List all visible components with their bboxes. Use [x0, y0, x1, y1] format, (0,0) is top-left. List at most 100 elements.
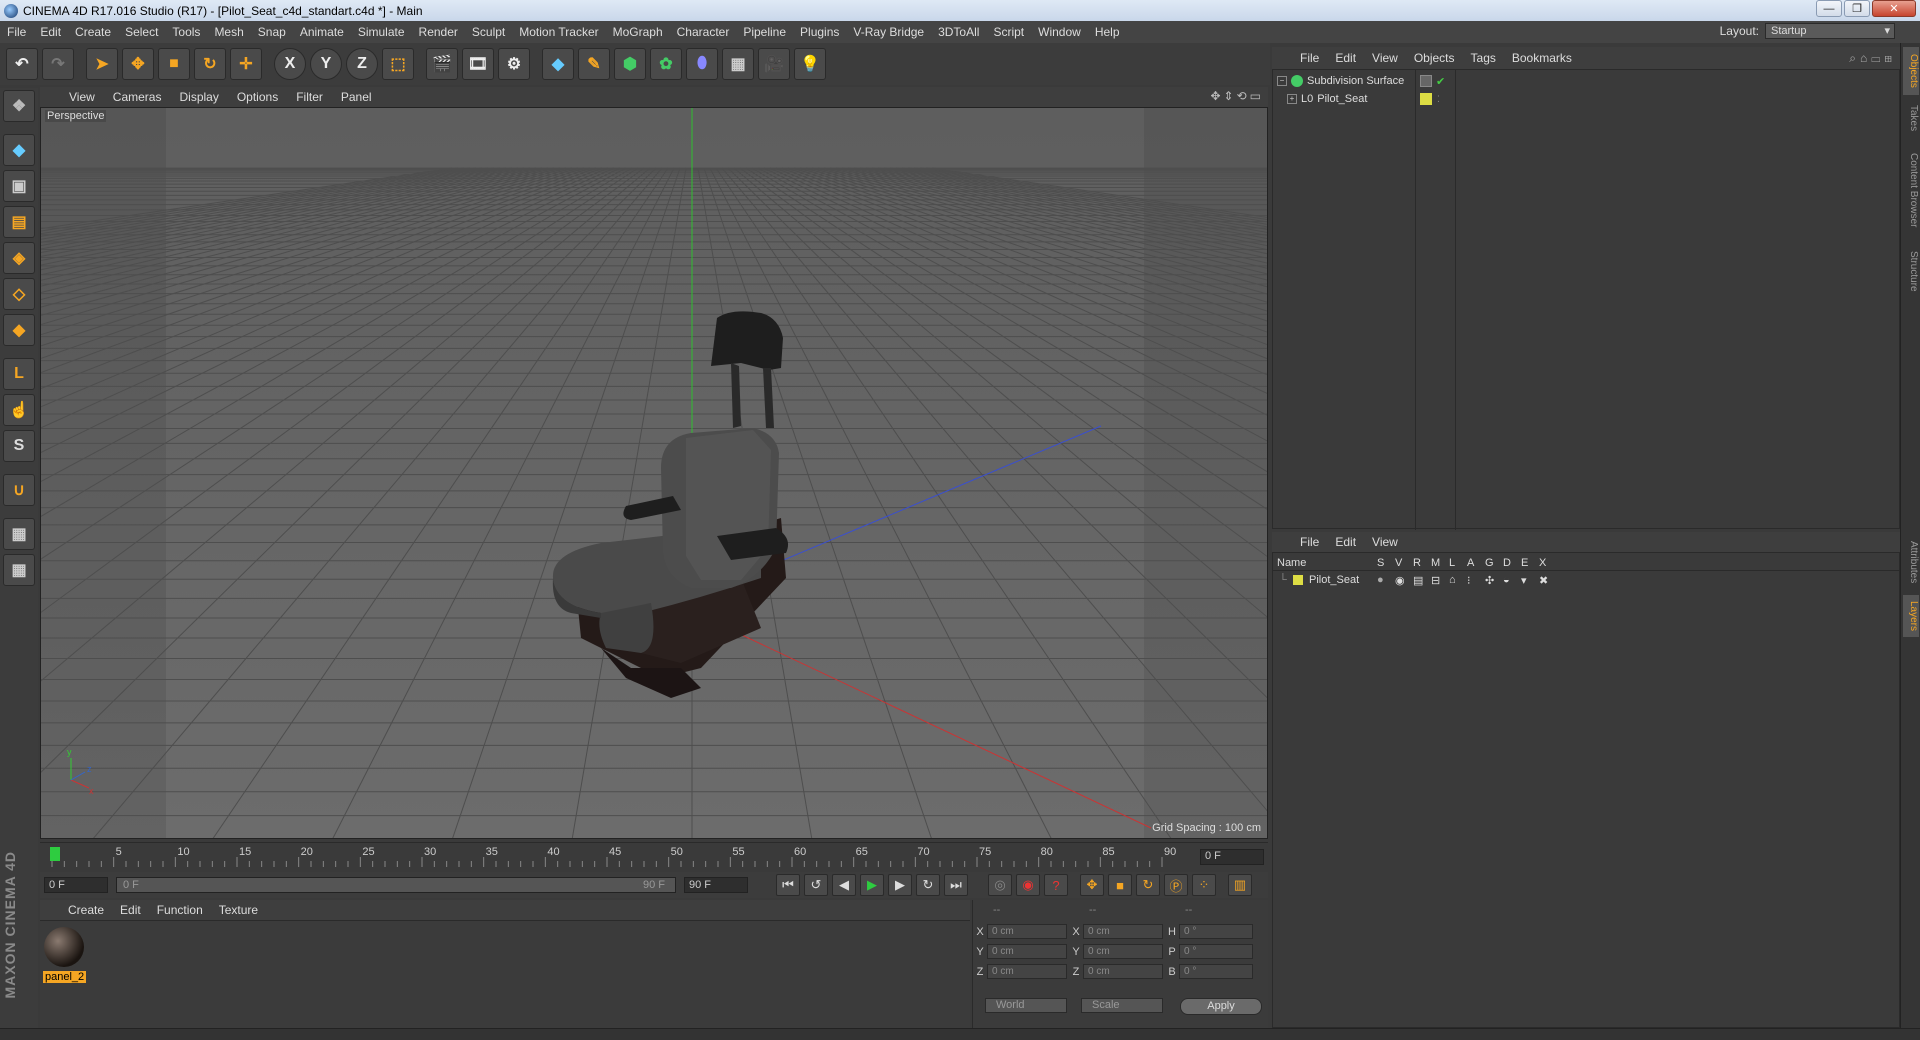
polygons-mode-icon[interactable]: ◆ — [3, 314, 35, 346]
viewport-navigation-icons[interactable]: ✥⇕⟲▭ — [1210, 89, 1264, 103]
menu-mograph[interactable]: MoGraph — [606, 25, 670, 39]
next-key-icon[interactable]: ↻ — [916, 874, 940, 896]
menu-vray-bridge[interactable]: V-Ray Bridge — [846, 25, 931, 39]
menu-motion-tracker[interactable]: Motion Tracker — [512, 25, 605, 39]
x-axis-lock-button[interactable]: X — [274, 48, 306, 80]
material-menu-function[interactable]: Function — [149, 903, 211, 917]
layer-deformers-icon[interactable]: ◒ — [1503, 574, 1521, 586]
size-x-field[interactable]: 0 cm — [1083, 924, 1163, 939]
key-position-icon[interactable]: ✥ — [1080, 874, 1104, 896]
tab-structure[interactable]: Structure — [1903, 243, 1919, 299]
layer-manager-icon[interactable]: ⊟ — [1431, 574, 1449, 587]
viewport-menu-cameras[interactable]: Cameras — [104, 90, 171, 104]
size-y-field[interactable]: 0 cm — [1083, 944, 1163, 959]
layer-color-icon[interactable] — [1420, 93, 1432, 105]
expand-toggle-icon[interactable]: + — [1287, 94, 1297, 104]
pen-spline-icon[interactable]: ✎ — [578, 48, 610, 80]
axis-icon[interactable]: L — [3, 358, 35, 390]
layer-visible-icon[interactable]: ◉ — [1395, 574, 1413, 587]
size-z-field[interactable]: 0 cm — [1083, 964, 1163, 979]
make-editable-icon[interactable]: ❖ — [3, 90, 35, 122]
key-scale-icon[interactable]: ■ — [1108, 874, 1132, 896]
layer-render-icon[interactable]: ▤ — [1413, 574, 1431, 587]
light-icon[interactable]: 💡 — [794, 48, 826, 80]
current-frame-field[interactable]: 0 F — [1200, 849, 1264, 865]
z-axis-lock-button[interactable]: Z — [346, 48, 378, 80]
tab-layers[interactable]: Layers — [1903, 595, 1919, 637]
tab-takes[interactable]: Takes — [1903, 101, 1919, 135]
rotation-h-field[interactable]: 0 ° — [1179, 924, 1253, 939]
play-icon[interactable]: ▶ — [860, 874, 884, 896]
viewport-menu-filter[interactable]: Filter — [287, 90, 332, 104]
tab-attributes[interactable]: Attributes — [1903, 533, 1919, 591]
position-y-field[interactable]: 0 cm — [987, 944, 1067, 959]
points-mode-icon[interactable]: ◈ — [3, 242, 35, 274]
object-row-subdivision-surface[interactable]: − Subdivision Surface ✔ — [1273, 72, 1899, 90]
layer-menu-view[interactable]: View — [1364, 535, 1406, 549]
layer-solo-icon[interactable]: ● — [1377, 574, 1395, 586]
rotation-b-field[interactable]: 0 ° — [1179, 964, 1253, 979]
y-axis-lock-button[interactable]: Y — [310, 48, 342, 80]
render-picture-viewer-icon[interactable]: 🎞 — [462, 48, 494, 80]
layer-tag-icon[interactable] — [1420, 75, 1432, 87]
layer-name[interactable]: Pilot_Seat — [1309, 574, 1377, 586]
array-icon[interactable]: ✿ — [650, 48, 682, 80]
viewport-menu-display[interactable]: Display — [170, 90, 227, 104]
move-icon[interactable]: ✥ — [122, 48, 154, 80]
menu-character[interactable]: Character — [670, 25, 737, 39]
next-frame-icon[interactable]: ▶ — [888, 874, 912, 896]
magnet-icon[interactable]: ∪ — [3, 474, 35, 506]
cube-icon[interactable]: ◆ — [542, 48, 574, 80]
select-arrow-icon[interactable]: ➤ — [86, 48, 118, 80]
menu-snap[interactable]: Snap — [251, 25, 293, 39]
start-frame-field[interactable]: 0 F — [44, 877, 108, 893]
menu-pipeline[interactable]: Pipeline — [736, 25, 793, 39]
deformer-icon[interactable]: ⬮ — [686, 48, 718, 80]
camera-icon[interactable]: 🎥 — [758, 48, 790, 80]
prev-frame-icon[interactable]: ◀ — [832, 874, 856, 896]
menu-edit[interactable]: Edit — [33, 25, 68, 39]
menu-3dtoall[interactable]: 3DToAll — [931, 25, 986, 39]
menu-render[interactable]: Render — [412, 25, 465, 39]
layer-row-pilot-seat[interactable]: └ Pilot_Seat ● ◉ ▤ ⊟ ⌂ ⁝ ✣ ◒ ▾ ✖ — [1273, 572, 1899, 588]
render-view-icon[interactable]: 🎬 — [426, 48, 458, 80]
layer-expressions-icon[interactable]: ▾ — [1521, 574, 1539, 587]
rotation-p-field[interactable]: 0 ° — [1179, 944, 1253, 959]
viewport-menu-panel[interactable]: Panel — [332, 90, 381, 104]
position-z-field[interactable]: 0 cm — [987, 964, 1067, 979]
object-menu-tags[interactable]: Tags — [1463, 51, 1504, 65]
coord-system-dropdown[interactable]: World — [985, 998, 1067, 1013]
object-menu-edit[interactable]: Edit — [1327, 51, 1364, 65]
menu-sculpt[interactable]: Sculpt — [465, 25, 512, 39]
material-name-label[interactable]: panel_2 — [43, 971, 87, 983]
layer-lock-icon[interactable]: ⌂ — [1449, 574, 1467, 586]
perspective-viewport[interactable]: y z x Perspective Grid Spacing : 100 cm — [40, 107, 1268, 839]
scale-icon[interactable]: ■ — [158, 48, 190, 80]
close-button[interactable]: ✕ — [1872, 0, 1916, 17]
frame-range-slider[interactable]: 0 F 90 F — [116, 877, 676, 893]
floor-icon[interactable]: ▦ — [722, 48, 754, 80]
goto-end-icon[interactable]: ⏭ — [944, 874, 968, 896]
object-menu-file[interactable]: File — [1292, 51, 1327, 65]
menu-select[interactable]: Select — [118, 25, 165, 39]
autokey-icon[interactable]: ◉ — [1016, 874, 1040, 896]
layer-generators-icon[interactable]: ✣ — [1485, 574, 1503, 587]
prev-key-icon[interactable]: ↺ — [804, 874, 828, 896]
lock-workplane-icon[interactable]: ▦ — [3, 518, 35, 550]
rotate-icon[interactable]: ↻ — [194, 48, 226, 80]
maximize-button[interactable]: ❐ — [1844, 0, 1870, 17]
object-manager-tool-icons[interactable]: ⌕⌂▭⊞ — [1849, 51, 1896, 66]
snap-icon[interactable]: S — [3, 430, 35, 462]
workplane-icon[interactable]: ▤ — [3, 206, 35, 238]
minimize-button[interactable]: — — [1816, 0, 1842, 17]
timeline-playhead[interactable] — [50, 847, 60, 861]
menu-simulate[interactable]: Simulate — [351, 25, 412, 39]
menu-help[interactable]: Help — [1088, 25, 1127, 39]
end-frame-field[interactable]: 90 F — [684, 877, 748, 893]
layer-menu-edit[interactable]: Edit — [1327, 535, 1364, 549]
undo-icon[interactable]: ↶ — [6, 48, 38, 80]
visibility-dots-icon[interactable]: ⁚ — [1437, 94, 1440, 105]
layer-animation-icon[interactable]: ⁝ — [1467, 574, 1485, 587]
workplane-settings-icon[interactable]: ▦ — [3, 554, 35, 586]
menu-mesh[interactable]: Mesh — [207, 25, 250, 39]
